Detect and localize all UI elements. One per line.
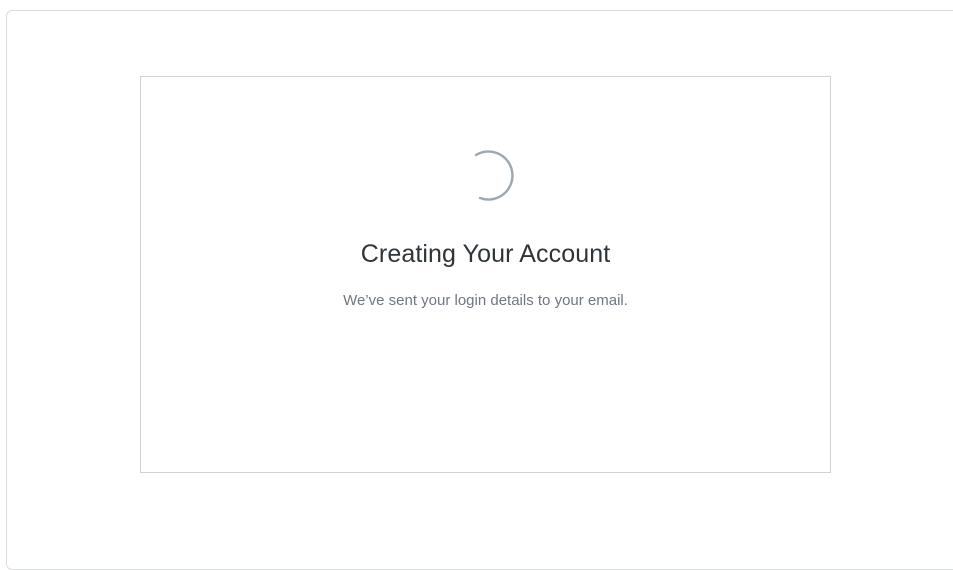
- status-message: We’ve sent your login details to your em…: [343, 292, 628, 309]
- spinner-icon: [474, 150, 514, 201]
- account-status-card: [140, 76, 831, 473]
- status-title: Creating Your Account: [360, 240, 611, 268]
